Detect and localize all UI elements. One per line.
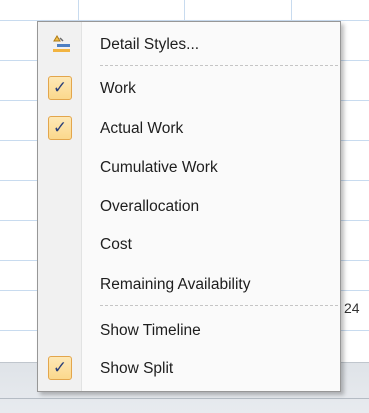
menu-item-label: Remaining Availability: [100, 276, 251, 293]
divider: [0, 398, 369, 399]
checkmark-icon: ✓: [48, 116, 72, 140]
menu-item-label: Show Timeline: [100, 322, 201, 339]
checkmark-icon: ✓: [48, 76, 72, 100]
menu-item-label: Cumulative Work: [100, 159, 218, 176]
menu-item-detail-styles[interactable]: Detail Styles...: [38, 26, 340, 64]
background-cell-value: 24: [344, 300, 360, 316]
menu-item-label: Work: [100, 80, 136, 97]
menu-item-work[interactable]: ✓ Work: [38, 70, 340, 108]
menu-item-show-timeline[interactable]: Show Timeline: [38, 312, 340, 350]
grid-line: [78, 0, 79, 20]
menu-item-cumulative-work[interactable]: Cumulative Work: [38, 149, 340, 187]
menu-item-label: Cost: [100, 236, 132, 253]
menu-separator: [100, 65, 338, 66]
grid-line: [291, 0, 292, 20]
menu-item-show-split[interactable]: ✓ Show Split: [38, 350, 340, 388]
menu-item-label: Show Split: [100, 360, 174, 377]
menu-item-label: Overallocation: [100, 198, 200, 215]
menu-item-remaining-availability[interactable]: Remaining Availability: [38, 266, 340, 304]
context-menu: Detail Styles... ✓ Work ✓ Actual Work Cu…: [37, 21, 341, 392]
menu-item-overallocation[interactable]: Overallocation: [38, 188, 340, 226]
menu-item-label: Detail Styles...: [100, 36, 200, 53]
menu-item-cost[interactable]: Cost: [38, 226, 340, 264]
detail-styles-icon: [51, 35, 73, 55]
menu-item-label: Actual Work: [100, 120, 184, 137]
menu-separator: [100, 305, 338, 306]
menu-item-actual-work[interactable]: ✓ Actual Work: [38, 110, 340, 148]
grid-line: [184, 0, 185, 20]
checkmark-icon: ✓: [48, 356, 72, 380]
